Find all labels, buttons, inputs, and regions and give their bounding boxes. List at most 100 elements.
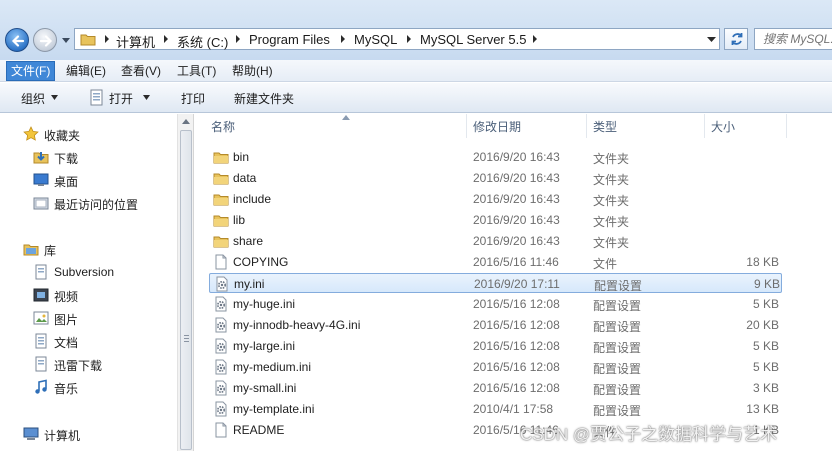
sort-ascending-icon xyxy=(342,115,350,120)
document-library-icon xyxy=(35,264,47,280)
file-row[interactable]: include 2016/9/20 16:43 文件夹 xyxy=(209,189,782,209)
breadcrumb-chevron-icon[interactable] xyxy=(234,34,242,44)
refresh-button[interactable] xyxy=(724,28,748,50)
folder-icon xyxy=(213,233,229,249)
arrow-right-icon xyxy=(39,35,53,47)
breadcrumb-chevron-icon[interactable] xyxy=(103,34,111,44)
column-header-name[interactable]: 名称 xyxy=(205,114,467,138)
file-name: data xyxy=(233,171,257,185)
file-type: 配置设置 xyxy=(593,341,642,355)
folder-icon xyxy=(213,170,229,186)
file-row[interactable]: my-huge.ini 2016/5/16 12:08 配置设置 5 KB xyxy=(209,294,782,314)
file-type: 配置设置 xyxy=(593,320,642,334)
file-date-modified: 2016/5/16 12:08 xyxy=(473,318,560,332)
file-name: share xyxy=(233,234,264,248)
file-row[interactable]: share 2016/9/20 16:43 文件夹 xyxy=(209,231,782,251)
file-name: my-innodb-heavy-4G.ini xyxy=(233,318,361,332)
breadcrumb-program-files[interactable]: Program Files xyxy=(249,32,330,47)
breadcrumb-computer[interactable]: 计算机 xyxy=(116,32,155,51)
config-file-icon xyxy=(213,359,229,375)
address-bar[interactable]: 计算机 系统 (C:) Program Files MySQL MySQL Se… xyxy=(74,28,720,50)
file-type: 文件 xyxy=(593,257,618,271)
file-icon xyxy=(213,422,229,438)
column-header-date-modified[interactable]: 修改日期 xyxy=(467,114,587,138)
menu-view[interactable]: 查看(V) xyxy=(117,61,165,81)
recent-places-icon xyxy=(33,197,49,210)
menu-bar: 文件(F) 编辑(E) 查看(V) 工具(T) 帮助(H) xyxy=(0,60,832,82)
breadcrumb-chevron-icon[interactable] xyxy=(405,34,413,44)
film-icon xyxy=(33,288,49,302)
breadcrumb-mysql-server[interactable]: MySQL Server 5.5 xyxy=(420,32,526,47)
breadcrumb-chevron-icon[interactable] xyxy=(162,34,170,44)
file-row[interactable]: lib 2016/9/20 16:43 文件夹 xyxy=(209,210,782,230)
folder-icon xyxy=(213,191,229,207)
breadcrumb-mysql[interactable]: MySQL xyxy=(354,32,397,47)
music-note-icon xyxy=(35,379,47,394)
file-type: 文件夹 xyxy=(593,173,630,187)
file-name: include xyxy=(233,192,272,206)
breadcrumb-chevron-icon[interactable] xyxy=(531,34,539,44)
refresh-icon xyxy=(731,33,743,45)
menu-help[interactable]: 帮助(H) xyxy=(228,61,277,81)
file-type: 文件夹 xyxy=(593,215,630,229)
file-row[interactable]: my-template.ini 2010/4/1 17:58 配置设置 13 KB xyxy=(209,399,782,419)
file-type: 配置设置 xyxy=(593,362,642,376)
open-chevron-down-icon[interactable] xyxy=(143,95,150,100)
download-folder-icon xyxy=(33,152,49,164)
recent-pages-chevron-icon[interactable] xyxy=(62,36,70,44)
scroll-up-arrow-icon[interactable] xyxy=(182,119,190,124)
file-date-modified: 2016/9/20 16:43 xyxy=(473,192,560,206)
config-file-icon xyxy=(213,317,229,333)
file-name: my-small.ini xyxy=(233,381,297,395)
file-size: 18 KB xyxy=(746,255,779,269)
command-bar: 组织 打开 打印 新建文件夹 xyxy=(0,83,832,113)
file-name: my-large.ini xyxy=(233,339,296,353)
file-row[interactable]: bin 2016/9/20 16:43 文件夹 xyxy=(209,147,782,167)
column-header-type[interactable]: 类型 xyxy=(587,114,705,138)
back-button[interactable] xyxy=(5,28,29,52)
address-history-chevron-icon[interactable] xyxy=(707,35,716,43)
config-file-icon xyxy=(213,401,229,417)
menu-file[interactable]: 文件(F) xyxy=(6,61,56,81)
open-file-icon xyxy=(90,89,103,106)
print-button[interactable]: 打印 xyxy=(181,90,205,107)
scroll-thumb[interactable] xyxy=(180,130,192,450)
breadcrumb-system-drive[interactable]: 系统 (C:) xyxy=(177,32,228,51)
file-row[interactable]: my-small.ini 2016/5/16 12:08 配置设置 3 KB xyxy=(209,378,782,398)
search-box[interactable] xyxy=(754,28,832,50)
file-size: 5 KB xyxy=(752,297,779,311)
library-icon xyxy=(23,244,39,256)
desktop-icon xyxy=(33,173,49,186)
config-file-icon xyxy=(213,380,229,396)
file-type: 配置设置 xyxy=(593,404,642,418)
document-library-icon xyxy=(35,356,47,372)
column-header-size[interactable]: 大小 xyxy=(705,114,787,138)
file-type: 文件夹 xyxy=(593,194,630,208)
new-folder-button[interactable]: 新建文件夹 xyxy=(234,90,294,107)
file-row[interactable]: data 2016/9/20 16:43 文件夹 xyxy=(209,168,782,188)
file-row[interactable]: COPYING 2016/5/16 11:46 文件 18 KB xyxy=(209,252,782,272)
arrow-left-icon xyxy=(11,35,25,47)
file-icon xyxy=(213,254,229,270)
file-row[interactable]: my.ini 2016/9/20 17:11 配置设置 9 KB xyxy=(209,273,782,293)
file-row[interactable]: my-innodb-heavy-4G.ini 2016/5/16 12:08 配置设… xyxy=(209,315,782,335)
file-size: 20 KB xyxy=(746,318,779,332)
forward-button[interactable] xyxy=(33,28,57,52)
file-name: my-huge.ini xyxy=(233,297,296,311)
menu-edit[interactable]: 编辑(E) xyxy=(62,61,110,81)
menu-tools[interactable]: 工具(T) xyxy=(173,61,220,81)
file-date-modified: 2016/5/16 11:46 xyxy=(473,255,559,269)
search-input[interactable] xyxy=(755,29,832,49)
file-date-modified: 2016/9/20 17:11 xyxy=(474,277,560,291)
file-type: 配置设置 xyxy=(593,299,642,313)
file-date-modified: 2016/9/20 16:43 xyxy=(473,171,560,185)
file-type: 配置设置 xyxy=(594,279,643,293)
file-row[interactable]: my-medium.ini 2016/5/16 12:08 配置设置 5 KB xyxy=(209,357,782,377)
organize-chevron-down-icon[interactable] xyxy=(51,95,58,100)
organize-button[interactable]: 组织 xyxy=(21,90,45,107)
breadcrumb-chevron-icon[interactable] xyxy=(339,34,347,44)
navigation-scrollbar[interactable] xyxy=(177,114,194,451)
file-date-modified: 2010/4/1 17:58 xyxy=(473,402,554,416)
file-row[interactable]: my-large.ini 2016/5/16 12:08 配置设置 5 KB xyxy=(209,336,782,356)
open-button[interactable]: 打开 xyxy=(109,90,133,107)
